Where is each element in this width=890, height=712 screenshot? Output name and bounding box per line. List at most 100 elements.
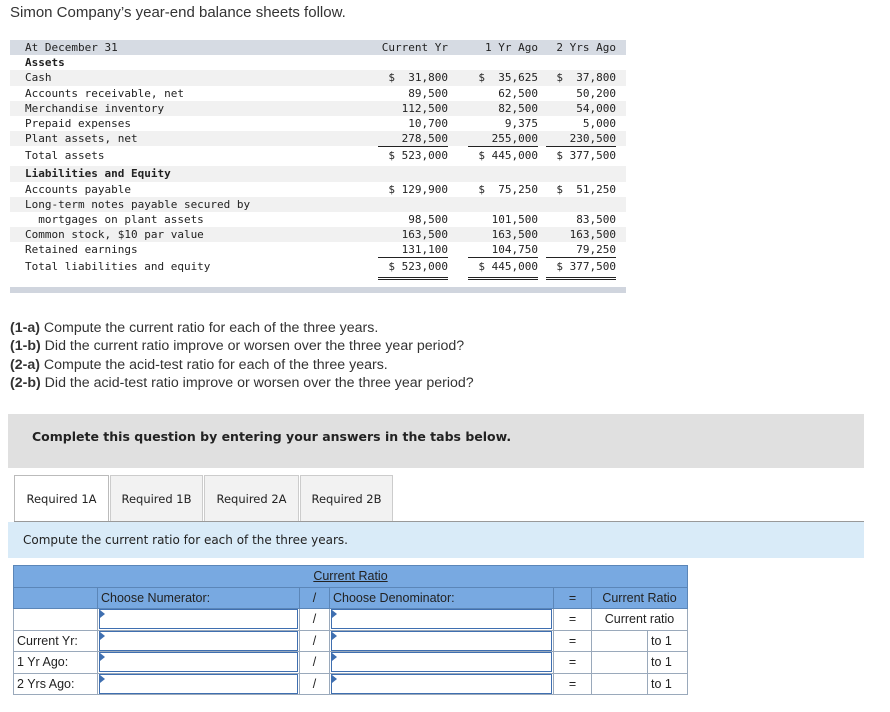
input-field[interactable] xyxy=(331,652,552,673)
col-current-yr: Current Yr xyxy=(381,41,448,54)
value: 83,500 xyxy=(576,212,616,226)
denominator-input[interactable] xyxy=(329,629,554,652)
to-one-suffix: to 1 xyxy=(647,672,688,695)
liab-heading-row: Liabilities and Equity xyxy=(10,166,626,182)
bs-row-prepaid-expenses: Prepaid expenses 10,700 9,375 5,000 xyxy=(10,116,626,131)
bs-row-lt-notes-line1: Long-term notes payable secured by xyxy=(10,196,626,212)
questions: (1-a) Compute the current ratio for each… xyxy=(10,319,474,392)
numerator-input[interactable] xyxy=(97,629,300,652)
value: 5,000 xyxy=(582,116,616,130)
question-text: Compute the current ratio for each of th… xyxy=(39,320,379,336)
value: 104,750 xyxy=(468,242,538,259)
assets-heading: Assets xyxy=(25,56,65,70)
dropdown-field[interactable] xyxy=(99,609,298,630)
row-label: Current Yr: xyxy=(13,629,98,652)
value: 112,500 xyxy=(401,101,448,115)
table-title: Current Ratio xyxy=(13,565,688,588)
table-row-2-yrs-ago: 2 Yrs Ago: / = to 1 xyxy=(13,672,688,695)
equals-header: = xyxy=(553,586,592,609)
question-text: Did the current ratio improve or worsen … xyxy=(40,338,465,355)
value: 131,100 xyxy=(378,242,448,259)
row-label: Prepaid expenses xyxy=(25,116,131,130)
value: 82,500 xyxy=(498,101,538,115)
row-label: Retained earnings xyxy=(25,243,138,257)
input-field[interactable] xyxy=(99,630,298,651)
tab-required-2a[interactable]: Required 2A xyxy=(204,475,299,521)
input-field[interactable] xyxy=(99,673,298,694)
denominator-input[interactable] xyxy=(329,672,554,695)
row-label: mortgages on plant assets xyxy=(25,212,204,226)
row-label: Total liabilities and equity xyxy=(25,260,211,274)
table-header-row: Choose Numerator: / Choose Denominator: … xyxy=(13,586,688,609)
row-label: Accounts payable xyxy=(25,182,131,196)
value: 54,000 xyxy=(576,101,616,115)
liab-heading: Liabilities and Equity xyxy=(25,167,171,181)
row-label: Common stock, $10 par value xyxy=(25,228,204,242)
value: $ 523,000 xyxy=(378,257,448,281)
slash: / xyxy=(299,629,330,652)
result-cell xyxy=(591,672,648,695)
task-instruction-text: Compute the current ratio for each of th… xyxy=(23,533,348,547)
row-label: 2 Yrs Ago: xyxy=(13,672,98,695)
formula-row: / = Current ratio xyxy=(13,608,688,631)
bs-row-accounts-payable: Accounts payable $ 129,900 $ 75,250 $ 51… xyxy=(10,182,626,197)
result-subheader: Current ratio xyxy=(591,608,688,631)
bs-row-total-le: Total liabilities and equity $ 523,000 $… xyxy=(10,257,626,281)
tab-required-1b[interactable]: Required 1B xyxy=(110,475,203,521)
value: 101,500 xyxy=(491,212,538,226)
question-text: Compute the acid-test ratio for each of … xyxy=(39,356,388,373)
slash-header: / xyxy=(299,586,330,609)
question-2a: (2-a) Compute the acid-test ratio for ea… xyxy=(10,356,474,374)
tab-required-2b[interactable]: Required 2B xyxy=(300,475,393,521)
denominator-input[interactable] xyxy=(329,651,554,674)
bs-row-plant-assets: Plant assets, net 278,500 255,000 230,50… xyxy=(10,131,626,148)
value: 230,500 xyxy=(546,131,616,148)
intro-text: Simon Company’s year-end balance sheets … xyxy=(10,4,346,21)
row-label: Long-term notes payable secured by xyxy=(25,197,251,211)
numerator-input[interactable] xyxy=(97,651,300,674)
balance-sheet: At December 31 Current Yr 1 Yr Ago 2 Yrs… xyxy=(10,40,626,294)
table-row-1-yr-ago: 1 Yr Ago: / = to 1 xyxy=(13,651,688,674)
numerator-input[interactable] xyxy=(97,672,300,695)
question-tag: (2-b) xyxy=(10,374,41,391)
result-cell xyxy=(591,651,648,674)
bs-header-row: At December 31 Current Yr 1 Yr Ago 2 Yrs… xyxy=(10,40,626,56)
equals: = xyxy=(553,608,592,631)
value: $ 445,000 xyxy=(468,257,538,281)
slash: / xyxy=(299,608,330,631)
question-tag: (2-a) xyxy=(10,356,40,373)
question-1b: (1-b) Did the current ratio improve or w… xyxy=(10,337,474,355)
numerator-dropdown[interactable] xyxy=(97,608,300,631)
dropdown-field[interactable] xyxy=(331,609,552,630)
input-field[interactable] xyxy=(99,652,298,673)
question-tag: (1-a) xyxy=(10,320,40,336)
row-label: Plant assets, net xyxy=(25,132,138,146)
to-one-suffix: to 1 xyxy=(647,651,688,674)
denominator-dropdown[interactable] xyxy=(329,608,554,631)
value: 10,700 xyxy=(408,116,448,130)
input-field[interactable] xyxy=(331,630,552,651)
value: 89,500 xyxy=(408,86,448,100)
tab-required-1a[interactable]: Required 1A xyxy=(14,475,109,523)
denominator-header: Choose Denominator: xyxy=(329,586,554,609)
to-one-suffix: to 1 xyxy=(647,629,688,652)
value: 62,500 xyxy=(498,86,538,100)
input-field[interactable] xyxy=(331,673,552,694)
value: 163,500 xyxy=(569,228,616,242)
bs-row-accounts-receivable: Accounts receivable, net 89,500 62,500 5… xyxy=(10,86,626,101)
instruction-text: Complete this question by entering your … xyxy=(32,429,512,444)
col-1-yr-ago: 1 Yr Ago xyxy=(485,41,538,54)
instruction-banner: Complete this question by entering your … xyxy=(8,414,864,468)
value: 98,500 xyxy=(408,212,448,226)
bs-row-retained-earnings: Retained earnings 131,100 104,750 79,250 xyxy=(10,242,626,259)
value: 79,250 xyxy=(546,242,616,259)
question-2b: (2-b) Did the acid-test ratio improve or… xyxy=(10,374,474,392)
value: $ 35,625 xyxy=(478,71,538,85)
empty-header xyxy=(13,586,98,609)
slash: / xyxy=(299,672,330,695)
current-ratio-table: Current Ratio Choose Numerator: / Choose… xyxy=(13,565,688,695)
value: 50,200 xyxy=(576,86,616,100)
equals: = xyxy=(553,672,592,695)
slash: / xyxy=(299,651,330,674)
question-text: Did the acid-test ratio improve or worse… xyxy=(40,374,474,391)
